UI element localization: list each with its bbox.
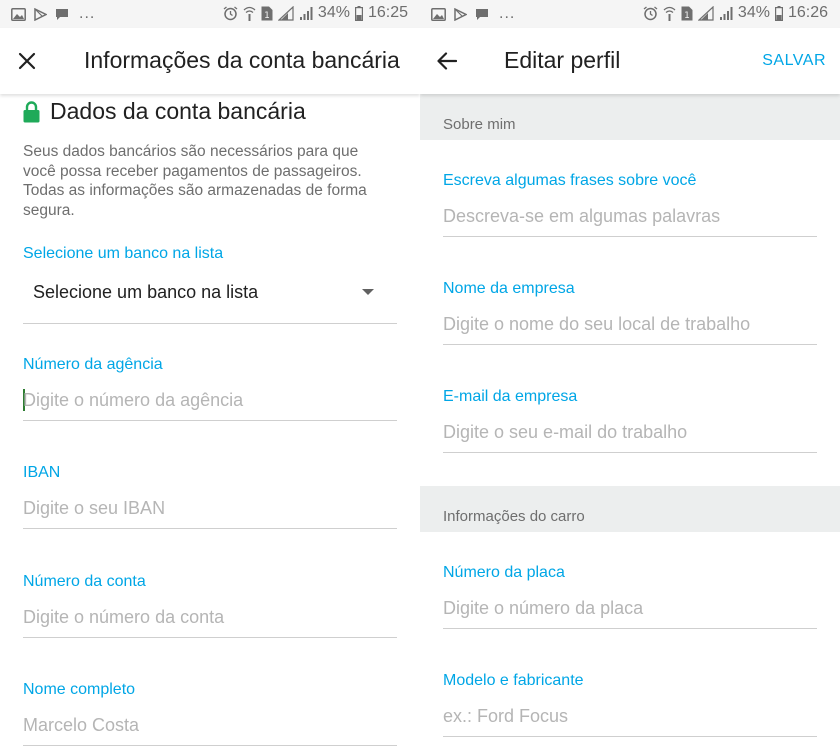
- agency-number-label: Número da agência: [23, 356, 163, 373]
- battery-percentage: 34%: [317, 4, 350, 21]
- status-bar: ... 1 34% 16:25: [0, 0, 420, 28]
- message-icon: [56, 8, 68, 20]
- alarm-icon: [223, 5, 238, 20]
- company-email-label: E-mail da empresa: [443, 388, 578, 405]
- battery-icon: [774, 5, 783, 21]
- full-name-label: Nome completo: [23, 681, 136, 698]
- back-button[interactable]: [434, 48, 460, 74]
- license-plate-label: Número da placa: [443, 564, 565, 581]
- full-name-input[interactable]: [23, 706, 397, 746]
- page-title: Informações da conta bancária: [84, 47, 400, 73]
- section-title: Informações do carro: [443, 508, 585, 525]
- play-store-icon: [454, 7, 467, 21]
- company-email-input[interactable]: [443, 413, 817, 453]
- company-name-label: Nome da empresa: [443, 280, 575, 297]
- iban-input[interactable]: [23, 489, 397, 529]
- notification-icons: ...: [11, 6, 95, 22]
- iban-label: IBAN: [23, 464, 61, 481]
- dropdown-arrow-icon: [362, 289, 374, 295]
- more-notifications: ...: [499, 5, 516, 22]
- sim-icon: 1: [681, 6, 693, 21]
- battery-icon: [354, 5, 363, 21]
- sim-icon: 1: [261, 6, 273, 21]
- system-icons: 1 34% 16:26: [643, 4, 828, 22]
- lock-icon: [23, 100, 40, 122]
- app-bar: Informações da conta bancária: [0, 28, 420, 94]
- notification-icons: ...: [431, 6, 515, 22]
- bank-section-heading: Dados da conta bancária: [23, 98, 306, 125]
- company-name-input[interactable]: [443, 305, 817, 345]
- car-model-label: Modelo e fabricante: [443, 672, 584, 689]
- page-title: Editar perfil: [504, 47, 621, 73]
- alarm-icon: [643, 5, 658, 20]
- signal-icon: [697, 5, 714, 21]
- gallery-icon: [431, 7, 446, 21]
- section-description: Seus dados bancários são necessários par…: [23, 143, 367, 219]
- section-title: Sobre mim: [443, 116, 516, 133]
- svg-text:1: 1: [684, 11, 690, 21]
- signal-bars-icon: [719, 6, 733, 20]
- car-model-input[interactable]: [443, 697, 817, 737]
- gallery-icon: [11, 7, 26, 21]
- battery-percentage: 34%: [737, 4, 770, 21]
- svg-text:1: 1: [264, 11, 270, 21]
- section-title: Dados da conta bancária: [50, 98, 306, 124]
- more-notifications: ...: [79, 5, 96, 22]
- account-number-label: Número da conta: [23, 573, 146, 590]
- bank-select-label: Selecione um banco na lista: [23, 245, 224, 262]
- status-bar: ... 1 34% 16:26: [420, 0, 840, 28]
- play-store-icon: [34, 7, 47, 21]
- close-icon: [18, 52, 36, 70]
- agency-number-input[interactable]: [23, 381, 397, 421]
- clock: 16:26: [787, 4, 828, 21]
- save-button[interactable]: SALVAR: [762, 52, 826, 70]
- wifi-call-icon: [663, 6, 676, 21]
- bank-select-dropdown[interactable]: Selecione um banco na lista: [23, 272, 397, 324]
- about-me-input[interactable]: [443, 197, 817, 237]
- close-button[interactable]: [14, 48, 40, 74]
- edit-profile-screen: ... 1 34% 16:26 Editar perfil SALVAR Sob…: [420, 0, 840, 746]
- account-number-input[interactable]: [23, 598, 397, 638]
- back-arrow-icon: [437, 52, 457, 70]
- about-me-label: Escreva algumas frases sobre você: [443, 172, 697, 189]
- signal-bars-icon: [299, 6, 313, 20]
- signal-icon: [277, 5, 294, 21]
- section-header-about-me: Sobre mim: [420, 94, 840, 140]
- message-icon: [476, 8, 488, 20]
- system-icons: 1 34% 16:25: [223, 4, 408, 22]
- license-plate-input[interactable]: [443, 589, 817, 629]
- section-header-car-info: Informações do carro: [420, 486, 840, 532]
- clock: 16:25: [367, 4, 408, 21]
- bank-account-screen: ... 1 34% 16:25 Informações da conta ban…: [0, 0, 420, 746]
- wifi-call-icon: [243, 6, 256, 21]
- bank-select-value: Selecione um banco na lista: [33, 282, 259, 302]
- app-bar: Editar perfil SALVAR: [420, 28, 840, 94]
